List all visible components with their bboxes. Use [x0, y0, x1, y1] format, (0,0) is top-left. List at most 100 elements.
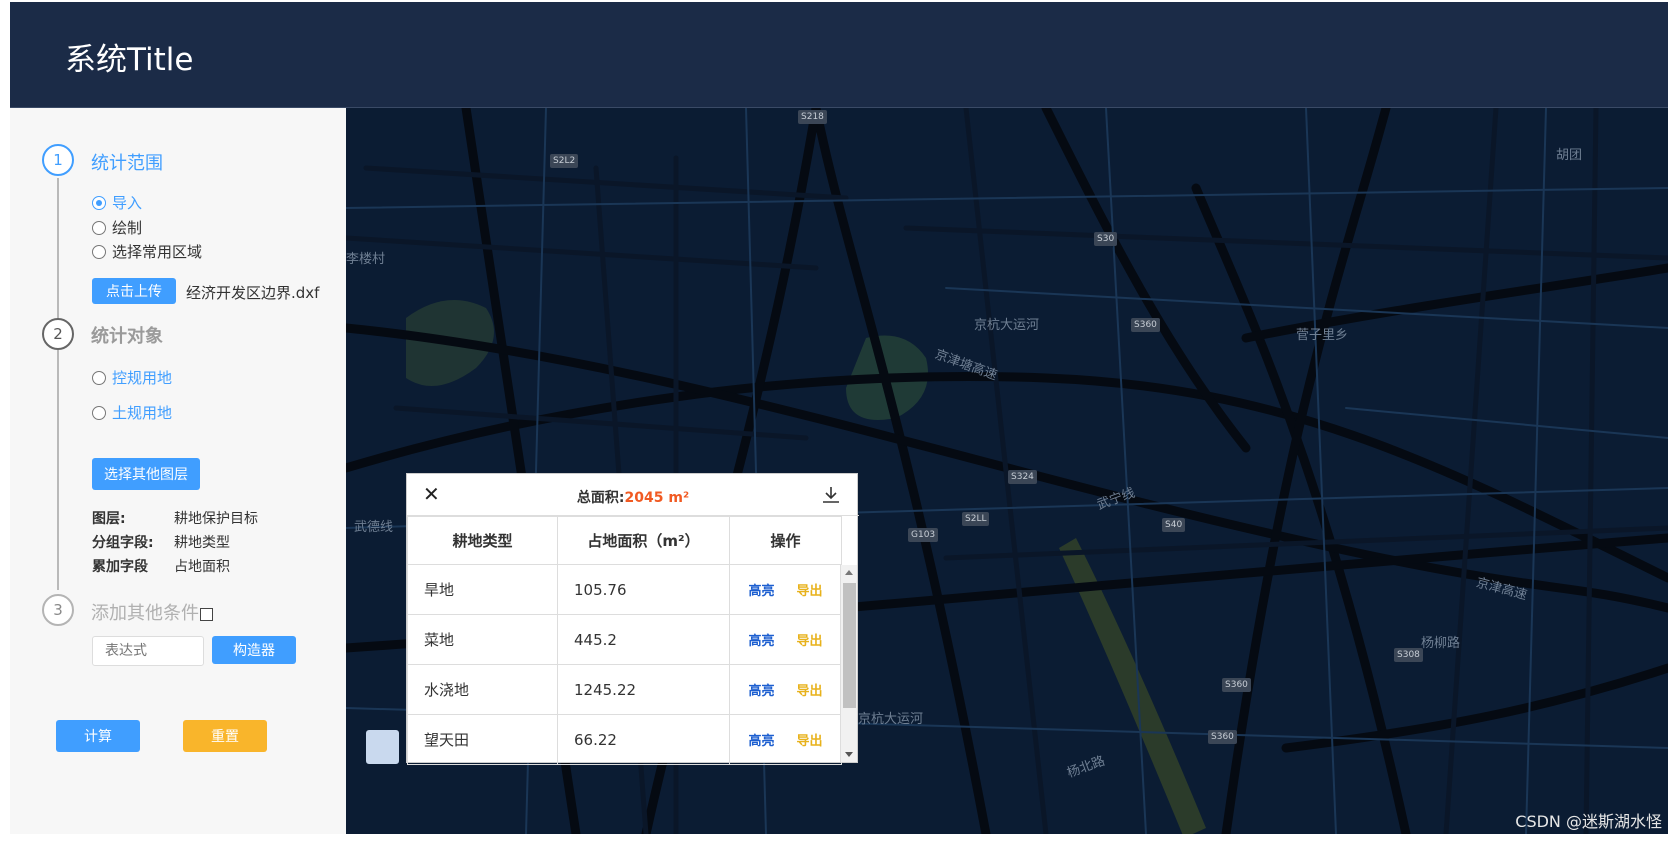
- export-link[interactable]: 导出: [797, 684, 823, 699]
- road-shield: S324: [1008, 470, 1037, 484]
- radio-dot: [92, 370, 106, 385]
- road-shield: S360: [1131, 318, 1160, 332]
- info-key: 累加字段: [92, 559, 148, 575]
- export-link[interactable]: 导出: [797, 584, 823, 599]
- reset-button[interactable]: 重置: [183, 720, 267, 752]
- cell-type: 菜地: [407, 614, 558, 665]
- radio-common-area[interactable]: 选择常用区域: [92, 241, 202, 262]
- cell-actions: 高亮 导出: [729, 714, 842, 765]
- step-2-circle: 2: [42, 318, 74, 350]
- info-key: 图层:: [92, 511, 126, 527]
- total-area-label: 总面积:: [576, 490, 625, 506]
- table-row: 旱地 105.76 高亮 导出: [407, 564, 842, 615]
- radio-land-plan[interactable]: 土规用地: [92, 402, 172, 423]
- map-label-village: 李楼村: [346, 252, 386, 267]
- cell-area: 1245.22: [557, 664, 730, 715]
- step-connector-1: [57, 178, 59, 338]
- total-area-value: 2045 m²: [624, 490, 690, 506]
- cell-actions: 高亮 导出: [729, 564, 842, 615]
- step-1-title: 统计范围: [91, 153, 163, 174]
- info-value: 耕地保护目标: [174, 511, 258, 527]
- statistics-table: 耕地类型 占地面积（m²） 操作 旱地 105.76 高亮 导出 菜地 445.2…: [407, 516, 842, 765]
- road-shield: S360: [1222, 678, 1251, 692]
- step-1-circle: 1: [42, 144, 74, 176]
- export-link[interactable]: 导出: [797, 634, 823, 649]
- app-root: 系统Title 1 统计范围 导入 绘制 选择常用区域 点击上传 经济开发区边界…: [10, 2, 1668, 834]
- info-value: 占地面积: [174, 559, 230, 575]
- radio-label: 选择常用区域: [112, 243, 203, 261]
- radio-import[interactable]: 导入: [92, 192, 142, 213]
- upload-button[interactable]: 点击上传: [92, 278, 176, 304]
- cell-actions: 高亮 导出: [729, 614, 842, 665]
- radio-dot: [92, 405, 106, 420]
- road-shield: S360: [1208, 730, 1237, 744]
- uploaded-file-name: 经济开发区边界.dxf: [186, 284, 320, 302]
- cell-area: 66.22: [557, 714, 730, 765]
- download-icon[interactable]: [821, 485, 841, 505]
- radio-regulatory-land[interactable]: 控规用地: [92, 367, 172, 388]
- sidebar: 1 统计范围 导入 绘制 选择常用区域 点击上传 经济开发区边界.dxf 2 统…: [10, 108, 346, 834]
- map-label-township: 菅子里乡: [1296, 328, 1349, 343]
- road-shield: S308: [1394, 648, 1423, 662]
- info-sum-field: 累加字段 占地面积: [92, 556, 230, 576]
- column-header-actions: 操作: [729, 516, 842, 565]
- calculate-button[interactable]: 计算: [56, 720, 140, 752]
- scroll-down-icon[interactable]: [845, 752, 853, 757]
- map-label-road-wude: 武德线: [354, 520, 394, 535]
- cell-area: 445.2: [557, 614, 730, 665]
- table-scrollbar[interactable]: [840, 565, 857, 762]
- radio-draw[interactable]: 绘制: [92, 217, 142, 238]
- radio-label: 土规用地: [112, 404, 173, 422]
- statistics-popup: ✕ 总面积:2045 m² 耕地类型 占地面积（m²） 操作 旱地 105.76…: [406, 473, 859, 765]
- watermark: CSDN @迷斯湖水怪: [1515, 812, 1662, 831]
- cell-type: 望天田: [407, 714, 558, 765]
- road-shield: S2LL: [962, 512, 990, 526]
- highlight-link[interactable]: 高亮: [748, 684, 774, 699]
- total-area: 总面积:2045 m²: [407, 487, 859, 507]
- highlight-link[interactable]: 高亮: [748, 584, 774, 599]
- radio-dot: [92, 195, 106, 210]
- column-header-type: 耕地类型: [407, 516, 558, 565]
- app-header: 系统Title: [10, 2, 1668, 108]
- radio-label: 控规用地: [112, 369, 173, 387]
- highlight-link[interactable]: 高亮: [748, 634, 774, 649]
- radio-label: 绘制: [112, 219, 143, 237]
- popup-header: ✕ 总面积:2045 m²: [407, 474, 859, 516]
- cell-area: 105.76: [557, 564, 730, 615]
- step-2-title: 统计对象: [91, 326, 163, 347]
- extra-conditions-checkbox[interactable]: [200, 607, 213, 621]
- map-view[interactable]: 京杭大运河 京津塘高速 菅子里乡 杨柳路 李楼村 武德线 京杭大运河 京津高速 …: [346, 108, 1668, 834]
- road-shield: G103: [908, 528, 939, 542]
- road-shield: S30: [1094, 232, 1118, 246]
- cell-type: 水浇地: [407, 664, 558, 715]
- info-value: 耕地类型: [174, 535, 230, 551]
- table-row: 菜地 445.2 高亮 导出: [407, 614, 842, 665]
- scrollbar-thumb[interactable]: [843, 583, 856, 708]
- info-group-field: 分组字段: 耕地类型: [92, 532, 230, 552]
- map-label-canal: 京杭大运河: [974, 318, 1040, 333]
- export-link[interactable]: 导出: [797, 734, 823, 749]
- step-3-title-text: 添加其他条件: [91, 603, 199, 624]
- scroll-up-icon[interactable]: [845, 570, 853, 575]
- map-layer-toggle[interactable]: [366, 730, 399, 764]
- map-label-road-yangliu: 杨柳路: [1421, 636, 1461, 651]
- road-shield: S2L2: [550, 154, 579, 168]
- radio-dot: [92, 220, 106, 235]
- map-label-corner: 胡团: [1556, 148, 1583, 163]
- select-layer-button[interactable]: 选择其他图层: [92, 458, 200, 490]
- step-connector-2: [57, 350, 59, 590]
- builder-button[interactable]: 构造器: [212, 636, 296, 664]
- radio-dot: [92, 244, 106, 259]
- road-shield: S40: [1162, 518, 1186, 532]
- table-row: 望天田 66.22 高亮 导出: [407, 714, 842, 765]
- page-title: 系统Title: [65, 42, 194, 78]
- radio-label: 导入: [112, 194, 143, 212]
- step-3-circle: 3: [42, 594, 74, 626]
- table-header-row: 耕地类型 占地面积（m²） 操作: [407, 516, 842, 565]
- road-shield: S218: [798, 110, 827, 124]
- highlight-link[interactable]: 高亮: [748, 734, 774, 749]
- expression-input[interactable]: [92, 636, 204, 666]
- table-row: 水浇地 1245.22 高亮 导出: [407, 664, 842, 715]
- map-label-canal-2: 京杭大运河: [858, 712, 924, 727]
- column-header-area: 占地面积（m²）: [557, 516, 730, 565]
